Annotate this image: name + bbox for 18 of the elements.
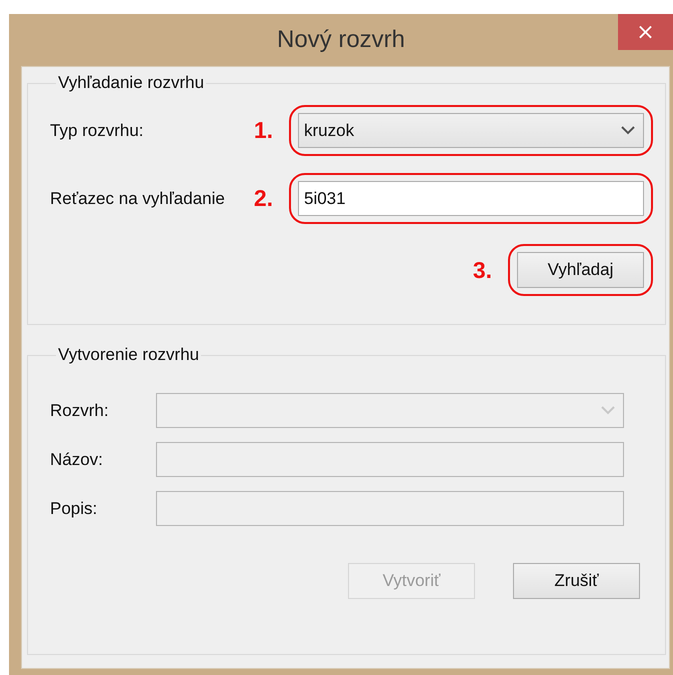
window-title: Nový rozvrh: [276, 26, 406, 54]
input-field[interactable]: 5i031: [298, 181, 644, 216]
step-number: 1.: [254, 117, 273, 144]
group-title: Vyhľadanie rozvrhu: [57, 73, 206, 93]
cancel-button[interactable]: Zrušiť: [513, 563, 640, 599]
close-button[interactable]: ×: [618, 14, 673, 50]
field-label: Rozvrh:: [50, 400, 110, 420]
step-number: 3.: [472, 256, 492, 284]
field-label: Reťazec na vyhľadanie: [50, 188, 226, 208]
field-label: Typ rozvrhu:: [50, 120, 145, 140]
field-label: Popis:: [50, 498, 98, 518]
field-label: Názov:: [50, 450, 104, 470]
step-number: 2.: [254, 185, 273, 212]
chevron-down-icon: [621, 126, 635, 135]
search-button[interactable]: Vyhľadaj: [517, 252, 644, 288]
group-title: Vytvorenie rozvrhu: [57, 345, 200, 365]
chevron-down-icon: [601, 406, 615, 415]
dropdown[interactable]: kruzok: [298, 113, 644, 148]
